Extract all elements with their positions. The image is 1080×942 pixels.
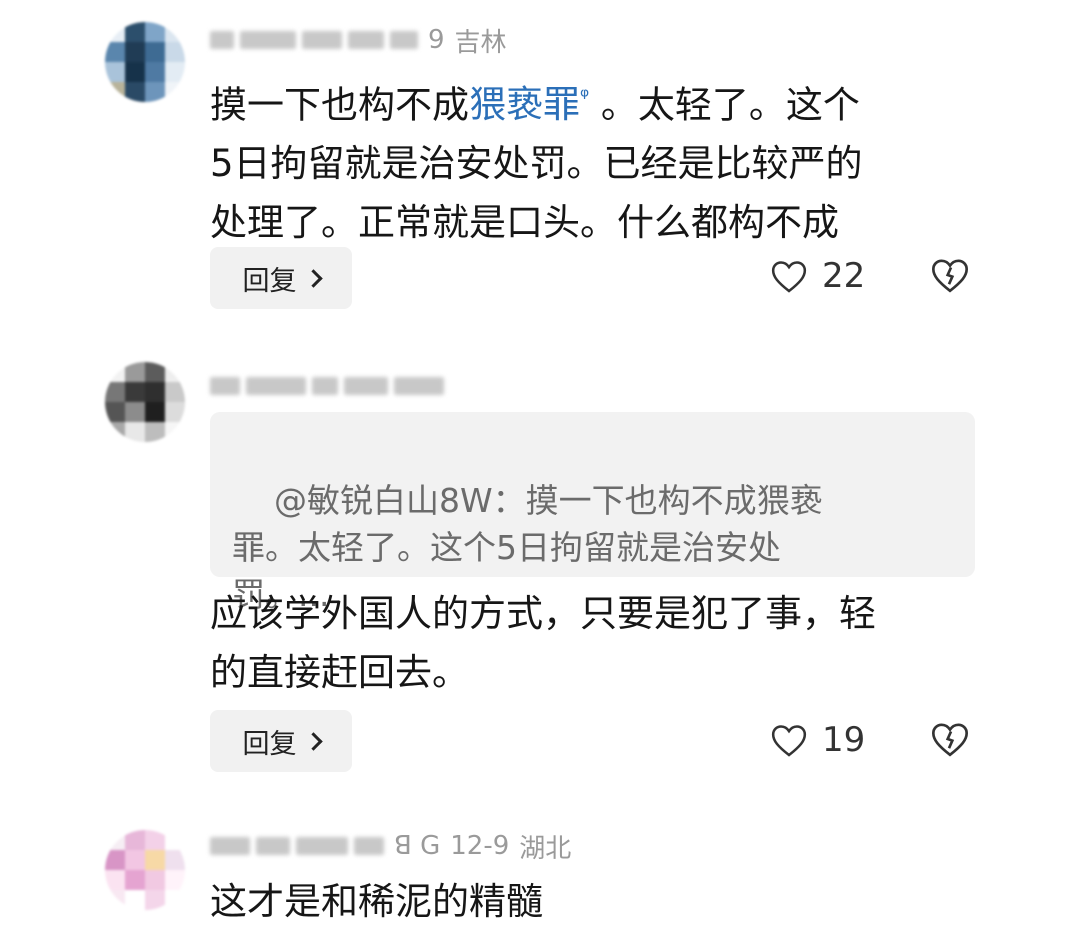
avatar-pixel (165, 22, 185, 42)
avatar-pixel (125, 382, 145, 402)
avatar-pixel (145, 870, 165, 890)
username-blurred[interactable] (210, 837, 384, 855)
avatar-pixel (145, 402, 165, 422)
heart-icon (771, 725, 807, 757)
broken-heart-icon (931, 259, 969, 293)
avatar-pixel (125, 82, 145, 102)
comment-text: 应该学外国人的方式，只要是犯了事，轻 的直接赶回去。 (210, 592, 876, 694)
avatar-pixel (165, 890, 185, 910)
avatar-pixel (105, 62, 125, 82)
avatar-pixel (145, 850, 165, 870)
avatar-pixel (145, 82, 165, 102)
avatar-pixel (165, 362, 185, 382)
like-count: 22 (822, 256, 866, 296)
avatar-pixel (105, 362, 125, 382)
avatar-pixel (165, 850, 185, 870)
comment-date: 12-9 (450, 831, 510, 861)
avatar-pixel (105, 830, 125, 850)
avatar-pixel (105, 890, 125, 910)
avatar-pixel (145, 42, 165, 62)
avatar-pixel (145, 362, 165, 382)
avatar-pixel (165, 830, 185, 850)
dislike-button[interactable] (930, 720, 970, 762)
like-button[interactable]: 22 (770, 256, 865, 296)
avatar-pixel (145, 890, 165, 910)
avatar-pixel (105, 82, 125, 102)
comment-meta: ꓭ G 12-9 湖北 (210, 826, 571, 866)
avatar-pixel (105, 382, 125, 402)
avatar-pixel (145, 382, 165, 402)
meta-fragment: 9 (428, 25, 445, 55)
avatar-pixel (125, 362, 145, 382)
avatar-pixel (105, 850, 125, 870)
like-count: 19 (822, 720, 866, 760)
avatar-pixel (105, 22, 125, 42)
avatar-pixel (145, 62, 165, 82)
avatar-pixel (105, 422, 125, 442)
reply-button[interactable]: 回复 (210, 247, 352, 309)
username-blurred[interactable] (210, 377, 444, 395)
comment-text: 这才是和稀泥的精髓 (210, 880, 543, 923)
location: 吉林 (454, 27, 507, 58)
broken-heart-icon (931, 723, 969, 757)
avatar-pixel (165, 42, 185, 62)
comment-meta: 9 吉林 (210, 20, 507, 60)
avatar-pixel (125, 850, 145, 870)
avatar-pixel (125, 62, 145, 82)
meta-fragment: ꓭ G (394, 831, 441, 861)
avatar-pixel (125, 870, 145, 890)
avatar-pixel (165, 62, 185, 82)
dislike-button[interactable] (930, 256, 970, 298)
keyword-link[interactable]: 猥亵罪ᵠ (469, 83, 589, 126)
avatar-pixel (105, 870, 125, 890)
reply-button[interactable]: 回复 (210, 710, 352, 772)
avatar-pixel (145, 422, 165, 442)
avatar-pixel (165, 870, 185, 890)
avatar-pixel (105, 402, 125, 422)
avatar-pixel (145, 22, 165, 42)
avatar[interactable] (105, 830, 185, 910)
avatar-pixel (125, 402, 145, 422)
quoted-comment[interactable]: @敏锐白山8W：摸一下也构不成猥亵 罪。太轻了。这个5日拘留就是治安处 罚。..… (210, 412, 975, 614)
heart-icon (771, 261, 807, 293)
avatar-pixel (125, 22, 145, 42)
avatar-pixel (165, 82, 185, 102)
avatar-pixel (105, 42, 125, 62)
avatar-pixel (165, 402, 185, 422)
avatar-pixel (165, 382, 185, 402)
avatar-pixel (125, 422, 145, 442)
avatar-pixel (165, 422, 185, 442)
avatar[interactable] (105, 362, 185, 442)
search-icon: ᵠ (580, 85, 590, 110)
avatar[interactable] (105, 22, 185, 102)
like-button[interactable]: 19 (770, 720, 865, 760)
username-blurred[interactable] (210, 31, 418, 49)
avatar-pixel (145, 830, 165, 850)
location: 湖北 (519, 833, 572, 864)
chevron-right-icon (303, 268, 323, 288)
chevron-right-icon (303, 731, 323, 751)
comment-text: 摸一下也构不成猥亵罪ᵠ 。太轻了。这个 5日拘留就是治安处罚。已经是比较严的 处… (210, 83, 863, 245)
avatar-pixel (125, 890, 145, 910)
avatar-pixel (125, 830, 145, 850)
comment-meta (210, 366, 444, 406)
avatar-pixel (125, 42, 145, 62)
